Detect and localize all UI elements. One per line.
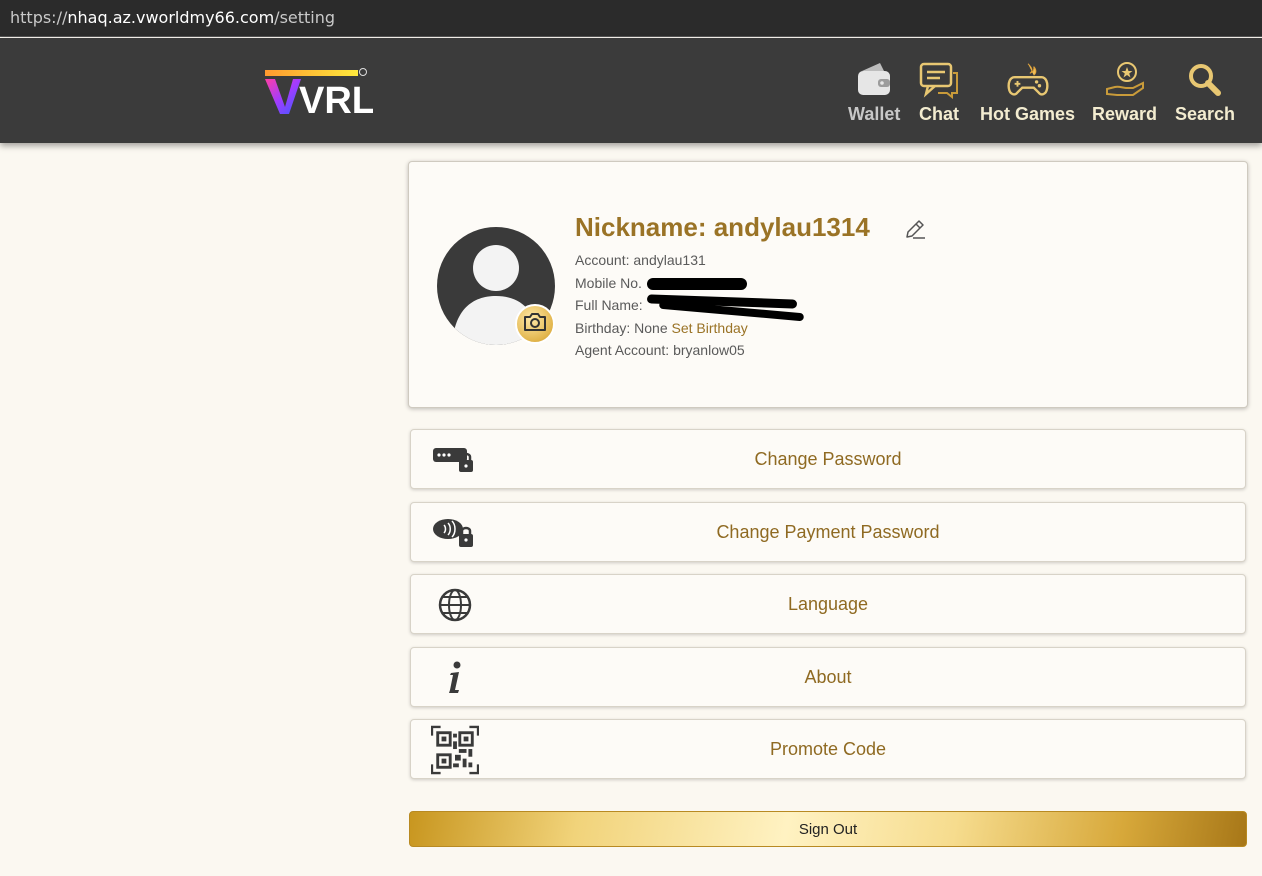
change-password-label: Change Password	[754, 449, 902, 469]
search-icon	[1184, 60, 1226, 100]
mobile-label: Mobile No.	[575, 275, 642, 291]
nav-search[interactable]: Search	[1175, 60, 1235, 130]
set-birthday-link[interactable]: Set Birthday	[672, 320, 748, 336]
nav-chat-label: Chat	[919, 104, 959, 124]
pencil-icon	[903, 220, 927, 245]
gamepad-icon	[1007, 60, 1049, 100]
promote-code-label: Promote Code	[769, 739, 887, 759]
nav-hot-games-label: Hot Games	[980, 104, 1076, 124]
nav-hot-games[interactable]: Hot Games	[980, 60, 1075, 130]
about-button[interactable]: About	[410, 647, 1246, 707]
url-host: nhaq.az.vworldmy66.com	[67, 8, 275, 27]
nav-search-label: Search	[1175, 104, 1236, 124]
change-payment-password-button[interactable]: Change Payment Password	[410, 502, 1246, 562]
wallet-icon	[853, 60, 895, 100]
promote-code-button[interactable]: Promote Code	[410, 719, 1246, 779]
account-text: Account: andylau131	[575, 252, 706, 268]
camera-icon	[523, 312, 547, 337]
nav-wallet[interactable]: Wallet	[848, 60, 900, 130]
sign-out-button[interactable]: Sign Out	[409, 811, 1247, 847]
nav-reward[interactable]: Reward	[1092, 60, 1157, 130]
nav-wallet-label: Wallet	[848, 104, 901, 124]
mobile-redaction	[647, 278, 747, 290]
profile-card: Nickname: andylau1314 Account: andylau13…	[408, 161, 1248, 408]
agent-account-text: Agent Account: bryanlow05	[575, 342, 745, 358]
change-photo-button[interactable]	[515, 304, 555, 344]
url-scheme: https://	[10, 8, 68, 27]
about-label: About	[804, 667, 852, 687]
edit-nickname-button[interactable]	[903, 217, 927, 241]
change-password-button[interactable]: Change Password	[410, 429, 1246, 489]
birthday-row: Birthday: None Set Birthday	[575, 320, 748, 336]
address-bar[interactable]: https://nhaq.az.vworldmy66.com/setting	[0, 0, 1262, 37]
url-path: /setting	[274, 8, 336, 27]
reward-icon	[1104, 60, 1146, 100]
top-header: VRLD Wallet Chat	[0, 38, 1262, 143]
nickname: Nickname: andylau1314	[575, 212, 870, 242]
chat-icon	[918, 60, 960, 100]
birthday-text: Birthday: None	[575, 320, 668, 336]
language-button[interactable]: Language	[410, 574, 1246, 634]
nav-chat[interactable]: Chat	[918, 60, 960, 130]
logo-text: VRLD	[299, 80, 373, 117]
fullname-label: Full Name:	[575, 297, 643, 313]
nav-reward-label: Reward	[1092, 104, 1158, 124]
brand-logo[interactable]: VRLD	[263, 67, 402, 122]
language-label: Language	[787, 594, 869, 614]
change-payment-password-label: Change Payment Password	[716, 522, 940, 542]
